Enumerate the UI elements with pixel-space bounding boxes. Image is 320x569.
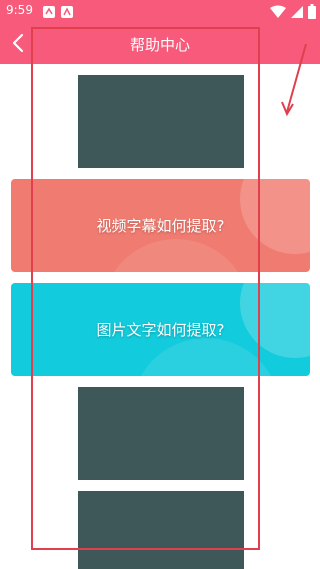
notification-icon [61,6,73,18]
annotation-arrow-icon [281,43,307,117]
signal-icon [291,6,303,18]
notification-icon [43,6,55,18]
annotation-highlight-box [31,27,260,550]
status-bar: 9:59 [0,0,320,24]
status-time: 9:59 [6,3,33,17]
wifi-icon [270,5,286,18]
battery-icon [308,4,316,19]
